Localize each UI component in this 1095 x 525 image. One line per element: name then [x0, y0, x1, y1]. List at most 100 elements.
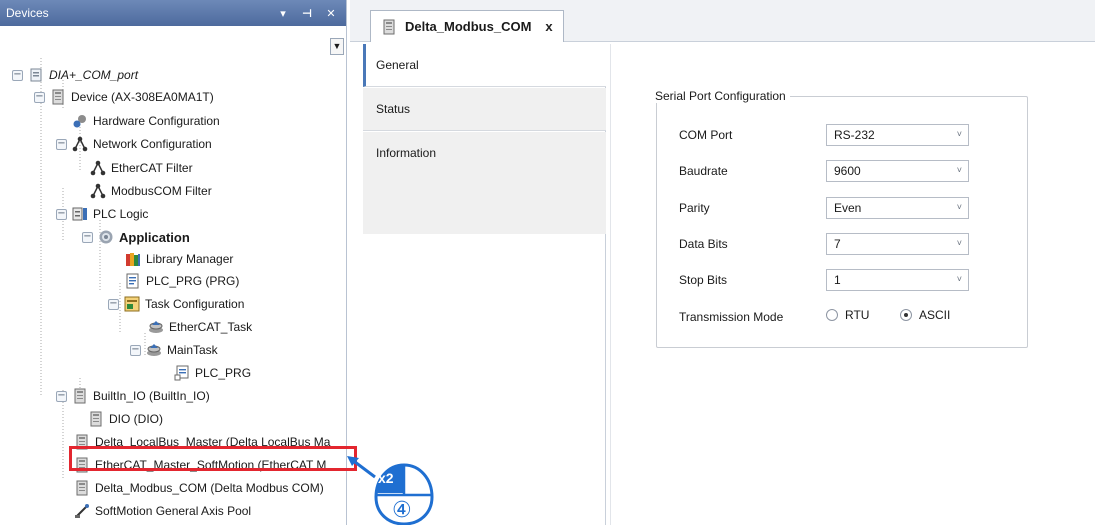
selection-highlight-box [69, 446, 357, 471]
tree-item-label: PLC_PRG (PRG) [146, 274, 240, 288]
data-bits-label: Data Bits [679, 237, 728, 251]
tree-item-plc-prg[interactable]: PLC_PRG [174, 362, 251, 384]
dropdown-arrow-icon[interactable]: ▾ [274, 4, 292, 22]
axis-pool-icon [74, 503, 90, 519]
document-tab-label: Delta_Modbus_COM [405, 19, 532, 34]
radio-ascii-label: ASCII [919, 308, 951, 322]
tree-item-label: Library Manager [146, 252, 234, 266]
com-port-label: COM Port [679, 128, 733, 142]
stop-bits-value: 1 [834, 273, 841, 287]
network-icon [72, 136, 88, 152]
parity-value: Even [834, 201, 862, 215]
radio-rtu-label: RTU [845, 308, 870, 322]
device-icon [88, 411, 104, 427]
radio-ascii[interactable]: ASCII [900, 308, 950, 322]
network-icon [90, 183, 106, 199]
stop-bits-label: Stop Bits [679, 273, 728, 287]
devices-panel-header: Devices ▾ ⊣ ✕ [0, 0, 346, 26]
editor-vertical-tabs: General Status Information [363, 44, 606, 525]
tree-item-modbus-com[interactable]: Delta_Modbus_COM (Delta Modbus COM) [74, 477, 324, 499]
tree-item-label: Hardware Configuration [93, 114, 220, 128]
document-tab-delta-modbus-com[interactable]: Delta_Modbus_COM x [370, 10, 564, 42]
device-icon [381, 19, 397, 35]
devices-panel-title: Devices [6, 6, 49, 20]
tree-item-label: PLC Logic [93, 207, 149, 221]
tree-item-ethercat-filter[interactable]: EtherCAT Filter [90, 157, 193, 179]
radio-ascii-circle[interactable] [900, 309, 912, 321]
collapse-icon[interactable]: − [82, 231, 93, 243]
tree-item-dio[interactable]: DIO (DIO) [88, 408, 163, 430]
tree-item-label: DIO (DIO) [109, 412, 163, 426]
baudrate-value: 9600 [834, 164, 861, 178]
tree-item-label: Delta_Modbus_COM (Delta Modbus COM) [95, 481, 324, 495]
general-settings-content: Serial Port Configuration COM Port RS-23… [610, 44, 1095, 525]
task-config-icon [124, 296, 140, 312]
device-tree: − DIA+_COM_port − Device (AX-308EA0MA1T)… [0, 26, 346, 518]
collapse-icon[interactable]: − [108, 298, 119, 310]
collapse-icon[interactable]: − [56, 138, 67, 150]
document-tabstrip: Delta_Modbus_COM x [350, 0, 1095, 42]
tree-item-task-config[interactable]: − Task Configuration [108, 293, 244, 315]
radio-rtu[interactable]: RTU [826, 308, 869, 322]
stop-bits-select[interactable]: 1 ˅ [826, 269, 969, 291]
tree-item-network-config[interactable]: − Network Configuration [56, 133, 212, 155]
parity-select[interactable]: Even ˅ [826, 197, 969, 219]
chevron-down-icon: ˅ [956, 202, 962, 212]
device-icon [74, 480, 90, 496]
tree-item-ethercat-task[interactable]: EtherCAT_Task [148, 316, 252, 338]
collapse-icon[interactable]: − [12, 69, 23, 81]
tree-item-label: EtherCAT_Task [169, 320, 253, 334]
close-icon[interactable]: ✕ [322, 4, 340, 22]
tab-status[interactable]: Status [363, 88, 606, 131]
tree-item-main-task[interactable]: − MainTask [130, 339, 218, 361]
data-bits-select[interactable]: 7 ˅ [826, 233, 969, 255]
vertical-tab-background [363, 174, 606, 234]
device-icon [72, 388, 88, 404]
tree-scroll-dropdown[interactable]: ▼ [330, 38, 344, 55]
baudrate-select[interactable]: 9600 ˅ [826, 160, 969, 182]
library-books-icon [125, 251, 141, 267]
tree-item-plc-prg-prg[interactable]: PLC_PRG (PRG) [125, 270, 239, 292]
collapse-icon[interactable]: − [130, 344, 141, 356]
chevron-down-icon: ˅ [956, 165, 962, 175]
transmission-mode-label: Transmission Mode [679, 310, 784, 324]
chevron-down-icon: ˅ [956, 129, 962, 139]
network-icon [90, 160, 106, 176]
close-tab-icon[interactable]: x [545, 19, 552, 34]
tree-item-axis-pool[interactable]: SoftMotion General Axis Pool [74, 500, 251, 522]
collapse-icon[interactable]: − [34, 91, 45, 103]
tree-item-library-manager[interactable]: Library Manager [125, 248, 233, 270]
tree-item-label: BuiltIn_IO (BuiltIn_IO) [93, 389, 210, 403]
tree-item-root[interactable]: − DIA+_COM_port [12, 64, 138, 86]
project-icon [28, 67, 44, 83]
application-gear-icon [98, 229, 114, 245]
collapse-icon[interactable]: − [56, 390, 67, 402]
tree-item-label: SoftMotion General Axis Pool [95, 504, 252, 518]
tree-item-label: Application [119, 229, 190, 245]
com-port-value: RS-232 [834, 128, 875, 142]
radio-rtu-circle[interactable] [826, 309, 838, 321]
tree-item-label: Network Configuration [93, 137, 212, 151]
parity-label: Parity [679, 201, 710, 215]
tree-item-builtin-io[interactable]: − BuiltIn_IO (BuiltIn_IO) [56, 385, 210, 407]
editor-area: Delta_Modbus_COM x General Status Inform… [350, 0, 1095, 525]
pin-icon[interactable]: ⊣ [298, 4, 316, 22]
tab-general[interactable]: General [363, 44, 606, 87]
tree-item-label: EtherCAT Filter [111, 161, 193, 175]
tree-item-hardware-config[interactable]: Hardware Configuration [72, 110, 220, 132]
task-icon [146, 342, 162, 358]
tree-item-label: ModbusCOM Filter [111, 184, 212, 198]
tree-item-label: PLC_PRG [195, 366, 252, 380]
tab-information[interactable]: Information [363, 132, 606, 175]
com-port-select[interactable]: RS-232 ˅ [826, 124, 969, 146]
tree-item-label: Device (AX-308EA0MA1T) [71, 90, 214, 104]
program-icon [125, 273, 141, 289]
collapse-icon[interactable]: − [56, 208, 67, 220]
tree-item-plc-logic[interactable]: − PLC Logic [56, 203, 148, 225]
baudrate-label: Baudrate [679, 164, 728, 178]
task-icon [148, 319, 164, 335]
tree-item-modbuscom-filter[interactable]: ModbusCOM Filter [90, 180, 212, 202]
tree-item-application[interactable]: − Application [82, 226, 190, 248]
tree-item-device[interactable]: − Device (AX-308EA0MA1T) [34, 86, 214, 108]
program-call-icon [174, 365, 190, 381]
